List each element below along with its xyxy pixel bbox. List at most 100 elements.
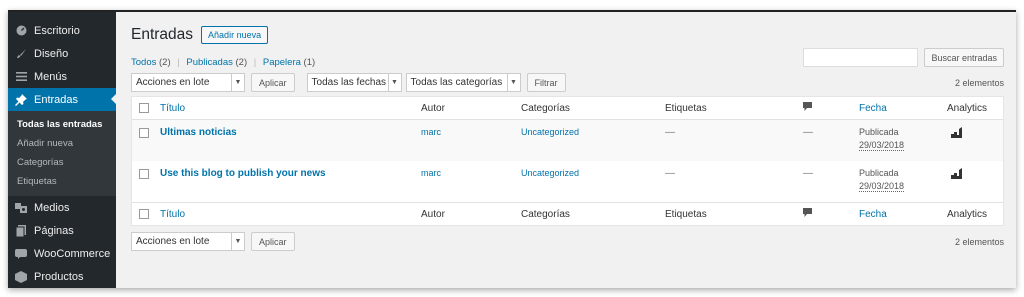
chevron-down-icon: ▼ [506, 74, 520, 91]
sidebar-item-diseno[interactable]: Diseño [8, 42, 116, 65]
category-link[interactable]: Uncategorized [521, 127, 579, 137]
post-status: Publicada [859, 127, 899, 137]
post-title-link[interactable]: Ultimas noticias [160, 127, 237, 138]
sidebar-item-menus[interactable]: Menús [8, 65, 116, 88]
date-cell: Publicada 29/03/2018 [859, 126, 905, 152]
dashboard-icon [15, 25, 27, 37]
comment-icon[interactable] [803, 208, 812, 220]
column-categories-footer: Categorías [521, 209, 570, 220]
brush-icon [15, 48, 27, 60]
filter-all-link[interactable]: Todos [131, 57, 156, 68]
products-icon [15, 270, 27, 283]
sidebar-item-label: Medios [34, 201, 70, 214]
date-cell: Publicada 29/03/2018 [859, 167, 905, 193]
category-link[interactable]: Uncategorized [521, 168, 579, 178]
main-content: Entradas Añadir nueva Todos (2) | Public… [116, 12, 1016, 288]
post-date: 29/03/2018 [859, 140, 905, 151]
row-checkbox[interactable] [139, 169, 149, 179]
column-tags-footer: Etiquetas [665, 209, 707, 220]
sidebar-item-label: WooCommerce [34, 247, 111, 260]
column-title-footer[interactable]: Título [160, 209, 185, 220]
column-analytics-header: Analytics [947, 103, 988, 114]
page-title: Entradas [131, 26, 194, 43]
submenu-all-posts[interactable]: Todas las entradas [8, 115, 116, 134]
sidebar-item-label: Escritorio [34, 24, 80, 37]
app-window: Escritorio Diseño Menús Entradas Todas l… [8, 10, 1016, 288]
tablenav-top: Acciones en lote ▼ Aplicar Todas las fec… [131, 73, 1004, 92]
column-date-footer[interactable]: Fecha [859, 209, 887, 220]
search-button-label: Buscar entradas [931, 52, 997, 63]
column-analytics-footer: Analytics [947, 209, 988, 220]
date-filter-select[interactable]: Todas las fechas ▼ [306, 73, 402, 92]
author-link[interactable]: marc [421, 127, 441, 137]
search-input[interactable] [803, 48, 919, 67]
tags-value: — [665, 127, 675, 138]
filter-button[interactable]: Filtrar [526, 73, 566, 92]
filter-published-label: Publicadas [186, 57, 233, 68]
table-row: Ultimas noticias marc Uncategorized — — … [132, 120, 1003, 161]
bulk-action-select-bottom[interactable]: Acciones en lote ▼ [131, 232, 245, 251]
post-status: Publicada [859, 168, 899, 178]
posts-table: Título Autor Categorías Etiquetas Fecha … [131, 96, 1004, 226]
pages-icon [15, 224, 27, 237]
author-link[interactable]: marc [421, 168, 441, 178]
chevron-down-icon: ▼ [387, 74, 401, 91]
submenu-add-new[interactable]: Añadir nueva [8, 134, 116, 153]
analytics-chart-icon[interactable] [951, 127, 963, 138]
column-date-header[interactable]: Fecha [859, 103, 887, 114]
search-box: Buscar entradas [803, 48, 1004, 67]
pin-icon [15, 93, 27, 106]
apply-button-bottom[interactable]: Aplicar [251, 232, 295, 251]
title-row: Entradas Añadir nueva [131, 26, 269, 44]
sidebar-item-paginas[interactable]: Páginas [8, 219, 116, 242]
chevron-down-icon: ▼ [231, 74, 244, 91]
apply-button[interactable]: Aplicar [251, 73, 295, 92]
bulk-action-select[interactable]: Acciones en lote ▼ [131, 73, 245, 92]
filter-published-link[interactable]: Publicadas [186, 57, 232, 68]
search-posts-button[interactable]: Buscar entradas [924, 48, 1004, 67]
date-filter-value: Todas las fechas [311, 77, 387, 88]
table-header: Título Autor Categorías Etiquetas Fecha … [132, 97, 1003, 120]
filter-trash-label: Papelera [262, 57, 301, 68]
sidebar-submenu: Todas las entradas Añadir nueva Categorí… [8, 111, 116, 196]
column-author-footer: Autor [421, 209, 445, 220]
filter-all-count: (2) [159, 57, 171, 68]
tags-value: — [665, 168, 675, 179]
separator: | [253, 57, 257, 68]
select-all-checkbox[interactable] [139, 209, 149, 219]
add-new-button[interactable]: Añadir nueva [201, 26, 269, 44]
comments-value: — [803, 127, 813, 138]
separator: | [177, 57, 180, 68]
comments-value: — [803, 168, 813, 179]
bulk-action-value: Acciones en lote [136, 236, 210, 247]
menu-icon [15, 71, 27, 83]
woo-icon [15, 248, 27, 260]
filter-trash-link[interactable]: Papelera [263, 57, 301, 68]
sidebar-item-escritorio[interactable]: Escritorio [8, 19, 116, 42]
sidebar-item-label: Productos [34, 270, 84, 283]
sidebar-item-label: Diseño [34, 47, 69, 60]
items-count: 2 elementos [954, 77, 1004, 88]
post-title-link[interactable]: Use this blog to publish your news [160, 168, 326, 179]
submenu-categories[interactable]: Categorías [8, 153, 116, 172]
row-checkbox[interactable] [139, 128, 149, 138]
analytics-chart-icon[interactable] [951, 168, 963, 179]
items-count-bottom: 2 elementos [954, 236, 1004, 247]
sidebar-item-medios[interactable]: Medios [8, 196, 116, 219]
sidebar-item-label: Menús [34, 70, 68, 83]
column-categories-header: Categorías [521, 103, 570, 114]
sidebar-item-productos[interactable]: Productos [8, 265, 116, 288]
bulk-action-value: Acciones en lote [136, 77, 210, 88]
admin-sidebar: Escritorio Diseño Menús Entradas Todas l… [8, 12, 116, 288]
sidebar-item-woocommerce[interactable]: WooCommerce [8, 242, 116, 265]
sidebar-item-label: Páginas [34, 224, 74, 237]
category-filter-select[interactable]: Todas las categorías ▼ [405, 73, 521, 92]
tablenav-bottom: Acciones en lote ▼ Aplicar 2 elementos [131, 232, 1004, 251]
sidebar-item-entradas[interactable]: Entradas [8, 88, 116, 111]
column-title-header[interactable]: Título [160, 103, 185, 114]
submenu-tags[interactable]: Etiquetas [8, 172, 116, 191]
column-tags-header: Etiquetas [665, 103, 707, 114]
column-author-header: Autor [421, 103, 445, 114]
select-all-checkbox[interactable] [139, 103, 149, 113]
comment-icon[interactable] [803, 102, 812, 114]
